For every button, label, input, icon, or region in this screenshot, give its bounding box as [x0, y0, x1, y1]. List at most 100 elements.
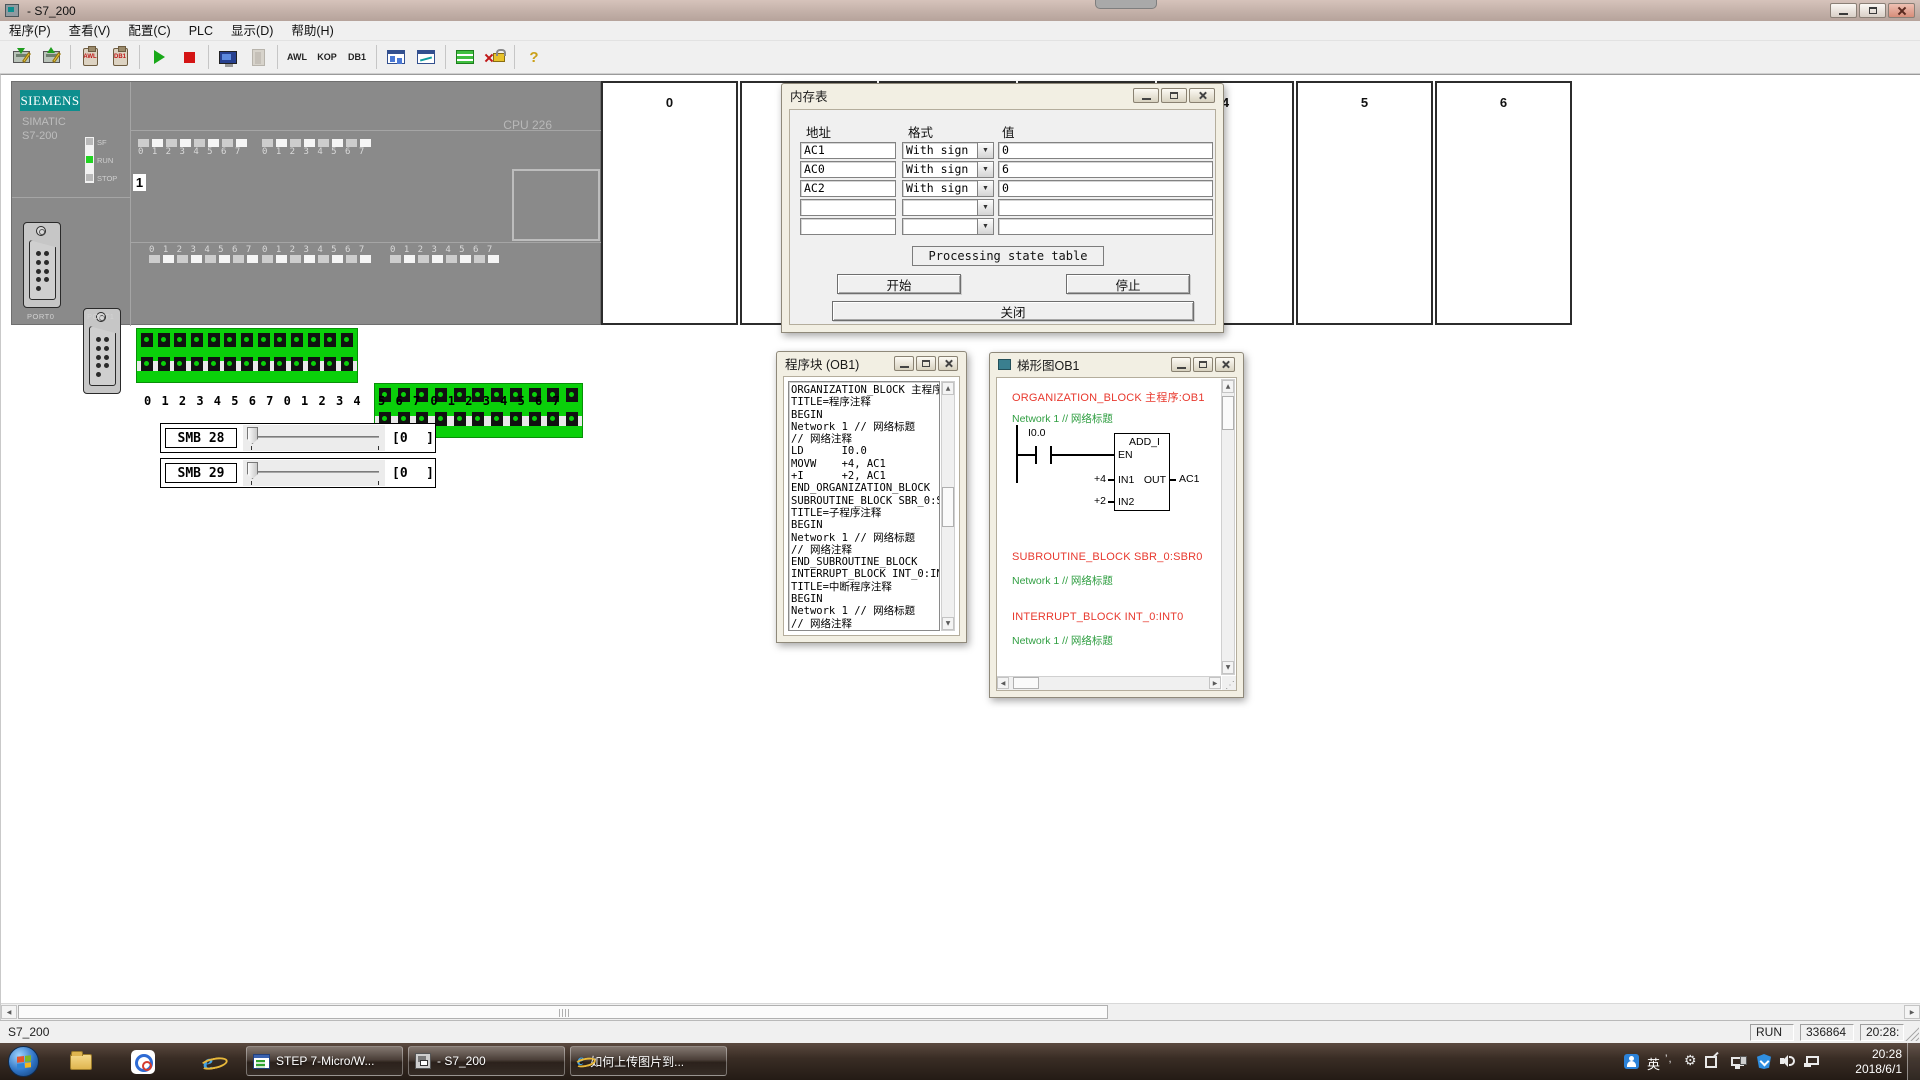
show-desktop-button[interactable] [1907, 1043, 1920, 1080]
dialog-minimize-button[interactable] [1133, 88, 1159, 103]
minimize-button[interactable] [1171, 357, 1191, 372]
scroll-left-button[interactable]: ◀ [1, 1005, 17, 1019]
menu-program[interactable]: 程序(P) [0, 21, 60, 41]
format-select[interactable]: With sign ▼ [902, 142, 994, 159]
scroll-up-button[interactable]: ▲ [942, 382, 954, 395]
ime-punctuation[interactable]: ’, [1665, 1053, 1673, 1065]
state-chart-button[interactable] [383, 44, 409, 70]
ie-launcher[interactable]: e [195, 1050, 221, 1074]
vertical-scrollbar[interactable]: ▲ ▼ [1221, 379, 1235, 675]
ime-indicator[interactable]: 英 [1647, 1054, 1660, 1073]
value-input[interactable]: 6 [998, 161, 1213, 178]
smb28-slider[interactable] [243, 425, 385, 451]
value-input[interactable]: 0 [998, 142, 1213, 159]
tray-settings-icon[interactable]: ⚙ [1684, 1052, 1697, 1069]
dropdown-arrow-icon[interactable]: ▼ [978, 161, 994, 178]
docked-tab[interactable] [1095, 0, 1157, 9]
trend-chart-button[interactable] [413, 44, 439, 70]
scroll-thumb[interactable] [942, 487, 954, 527]
minimize-button[interactable] [894, 356, 914, 371]
value-input[interactable]: 0 [998, 180, 1213, 197]
expansion-slot[interactable]: 5 [1296, 81, 1433, 325]
format-select[interactable]: ▼ [902, 218, 994, 235]
program-code-area[interactable]: ORGANIZATION_BLOCK 主程序:OB1 TITLE=程序注释 BE… [788, 381, 940, 631]
scroll-down-button[interactable]: ▼ [942, 617, 954, 630]
upload-program-button[interactable] [38, 44, 64, 70]
tray-volume-icon[interactable] [1780, 1054, 1796, 1068]
port0-connector[interactable] [23, 222, 61, 308]
address-input[interactable] [800, 218, 896, 235]
close-button[interactable] [938, 356, 958, 371]
clock[interactable]: 20:28 2018/6/1 [1832, 1047, 1902, 1076]
window-title-bar[interactable]: 梯形图OB1 [990, 353, 1243, 376]
dropdown-arrow-icon[interactable]: ▼ [978, 199, 994, 216]
expansion-slot[interactable]: 6 [1435, 81, 1572, 325]
vertical-scrollbar[interactable]: ▲ ▼ [941, 381, 955, 631]
start-button[interactable]: 开始 [837, 274, 961, 294]
slider-thumb[interactable] [247, 462, 258, 479]
menu-help[interactable]: 帮助(H) [282, 21, 342, 41]
menu-view[interactable]: 查看(V) [60, 21, 120, 41]
menu-display[interactable]: 显示(D) [222, 21, 282, 41]
scroll-down-button[interactable]: ▼ [1222, 661, 1234, 674]
address-input[interactable]: AC2 [800, 180, 896, 197]
format-select[interactable]: ▼ [902, 199, 994, 216]
load-db1-button[interactable]: DB1 [107, 44, 133, 70]
address-input[interactable] [800, 199, 896, 216]
unlock-button[interactable] [482, 44, 508, 70]
help-button[interactable]: ? [521, 44, 547, 70]
tray-messenger-icon[interactable] [1624, 1054, 1639, 1069]
monitor-button[interactable] [215, 44, 241, 70]
scroll-left-button[interactable]: ◀ [997, 677, 1009, 689]
address-input[interactable]: AC0 [800, 161, 896, 178]
close-dialog-button[interactable]: 关闭 [832, 301, 1194, 321]
format-select[interactable]: With sign ▼ [902, 180, 994, 197]
dropdown-arrow-icon[interactable]: ▼ [978, 142, 994, 159]
explorer-launcher[interactable] [68, 1050, 94, 1074]
workspace-hscrollbar[interactable]: ◀ ▶ [1, 1003, 1920, 1020]
stop-button[interactable]: 停止 [1066, 274, 1190, 294]
scroll-thumb[interactable] [1013, 677, 1039, 689]
scroll-thumb[interactable] [1222, 396, 1234, 430]
scroll-right-button[interactable]: ▶ [1209, 677, 1221, 689]
menu-plc[interactable]: PLC [180, 21, 222, 41]
resize-grip[interactable] [1905, 1027, 1919, 1041]
tray-shield-icon[interactable] [1757, 1054, 1771, 1069]
maximize-button[interactable] [1859, 3, 1886, 18]
scroll-up-button[interactable]: ▲ [1222, 380, 1234, 393]
resize-grip[interactable] [1222, 676, 1236, 690]
format-select[interactable]: With sign ▼ [902, 161, 994, 178]
tray-network-icon[interactable] [1806, 1056, 1819, 1065]
terminal-block-left[interactable] [136, 328, 358, 383]
run-button[interactable] [146, 44, 172, 70]
dialog-close-button[interactable] [1189, 88, 1215, 103]
scroll-right-button[interactable]: ▶ [1904, 1005, 1920, 1019]
cloud-app-launcher[interactable] [130, 1050, 156, 1074]
menu-config[interactable]: 配置(C) [119, 21, 179, 41]
scroll-thumb[interactable] [18, 1005, 1108, 1019]
value-input[interactable] [998, 199, 1213, 216]
db1-view-button[interactable]: DB1 [344, 44, 370, 70]
taskbar-button-s7200[interactable]: - S7_200 [408, 1046, 565, 1076]
horizontal-scrollbar[interactable]: ◀ ▶ [997, 676, 1221, 690]
stop-button[interactable] [176, 44, 202, 70]
ladder-canvas[interactable]: ORGANIZATION_BLOCK 主程序:OB1 Network 1 // … [998, 379, 1221, 675]
dropdown-arrow-icon[interactable]: ▼ [978, 218, 994, 235]
kop-view-button[interactable]: KOP [314, 44, 340, 70]
smb29-slider[interactable] [243, 460, 385, 486]
close-button[interactable] [1215, 357, 1235, 372]
download-program-button[interactable] [8, 44, 34, 70]
dropdown-arrow-icon[interactable]: ▼ [978, 180, 994, 197]
restore-button[interactable] [916, 356, 936, 371]
close-button[interactable] [1888, 3, 1915, 18]
address-input[interactable]: AC1 [800, 142, 896, 159]
taskbar-button-browser[interactable]: e 如何上传图片到... [570, 1046, 727, 1076]
load-awl-button[interactable]: AWL [77, 44, 103, 70]
dialog-restore-button[interactable] [1161, 88, 1187, 103]
slider-thumb[interactable] [247, 427, 258, 444]
start-button[interactable] [8, 1046, 39, 1077]
awl-view-button[interactable]: AWL [284, 44, 310, 70]
tray-share-icon[interactable] [1705, 1056, 1717, 1068]
restore-button[interactable] [1193, 357, 1213, 372]
add-i-instruction-box[interactable]: ADD_I EN IN1 OUT IN2 [1114, 433, 1170, 511]
